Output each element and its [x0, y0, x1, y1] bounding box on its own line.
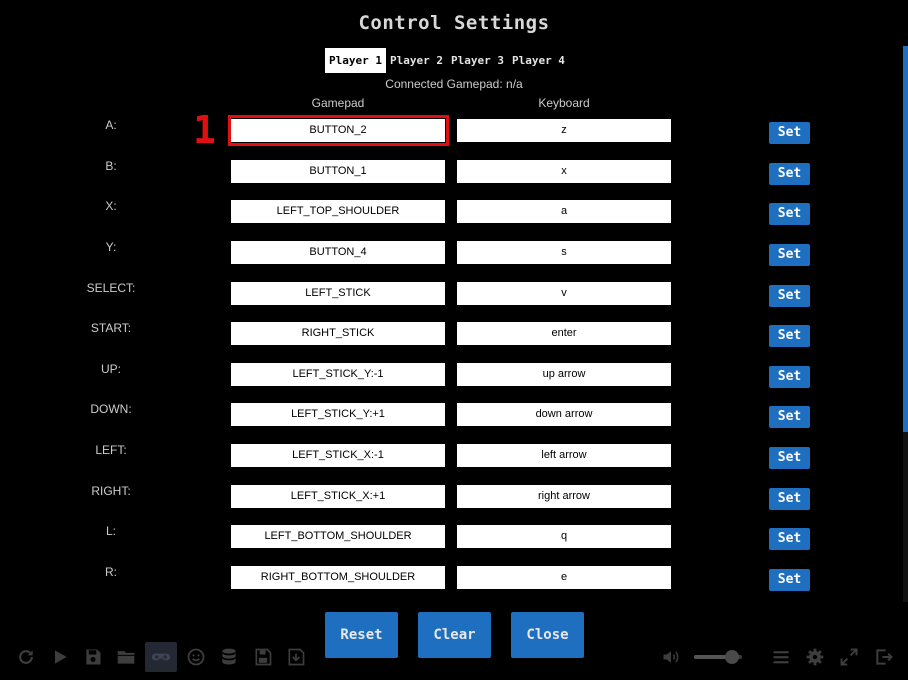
mapping-row-right: RIGHT: LEFT_STICK_X:+1 right arrow Set: [0, 484, 908, 510]
keyboard-binding-field[interactable]: left arrow: [457, 444, 671, 467]
set-button[interactable]: Set: [769, 122, 810, 144]
restart-icon[interactable]: [14, 645, 38, 669]
mapping-row-left: LEFT: LEFT_STICK_X:-1 left arrow Set: [0, 443, 908, 469]
menu-icon[interactable]: [769, 645, 793, 669]
page-title: Control Settings: [358, 12, 550, 34]
gamepad-binding-field[interactable]: LEFT_BOTTOM_SHOULDER: [231, 525, 445, 548]
mapping-row-r: R: RIGHT_BOTTOM_SHOULDER e Set: [0, 565, 908, 591]
tab-player-1[interactable]: Player 1: [325, 48, 386, 73]
button-label: RIGHT:: [91, 484, 131, 498]
mapping-row-b: B: BUTTON_1 x Set: [0, 159, 908, 185]
keyboard-binding-field[interactable]: a: [457, 200, 671, 223]
annotation-highlight-box: [228, 115, 449, 146]
gamepad-binding-field[interactable]: LEFT_STICK_Y:-1: [231, 363, 445, 386]
button-label: Y:: [105, 240, 117, 254]
tab-player-3[interactable]: Player 3: [447, 48, 508, 73]
button-label: SELECT:: [86, 281, 136, 295]
mapping-row-up: UP: LEFT_STICK_Y:-1 up arrow Set: [0, 362, 908, 388]
fullscreen-icon[interactable]: [837, 645, 861, 669]
keyboard-binding-field[interactable]: right arrow: [457, 485, 671, 508]
button-label: X:: [105, 199, 117, 213]
set-button[interactable]: Set: [769, 244, 810, 266]
mapping-row-a: A: BUTTON_2 z Set: [0, 118, 908, 144]
set-button[interactable]: Set: [769, 447, 810, 469]
keyboard-binding-field[interactable]: enter: [457, 322, 671, 345]
reset-button[interactable]: Reset: [325, 612, 398, 658]
mapping-row-select: SELECT: LEFT_STICK v Set: [0, 281, 908, 307]
gamepad-column-header: Gamepad: [311, 96, 365, 110]
gamepad-binding-field[interactable]: LEFT_TOP_SHOULDER: [231, 200, 445, 223]
close-button[interactable]: Close: [511, 612, 584, 658]
play-icon[interactable]: [48, 645, 72, 669]
settings-icon[interactable]: [803, 645, 827, 669]
exit-icon[interactable]: [872, 645, 896, 669]
mapping-row-x: X: LEFT_TOP_SHOULDER a Set: [0, 199, 908, 225]
gamepad-binding-field[interactable]: RIGHT_BOTTOM_SHOULDER: [231, 566, 445, 589]
player-tabs: Player 1 Player 2 Player 3 Player 4: [325, 48, 569, 73]
annotation-marker: 1: [193, 108, 216, 152]
set-button[interactable]: Set: [769, 325, 810, 347]
volume-slider[interactable]: [694, 650, 742, 664]
set-button[interactable]: Set: [769, 528, 810, 550]
keyboard-binding-field[interactable]: q: [457, 525, 671, 548]
button-label: DOWN:: [90, 402, 132, 416]
database-icon[interactable]: [217, 645, 241, 669]
gamepad-binding-field[interactable]: LEFT_STICK_X:+1: [231, 485, 445, 508]
keyboard-column-header: Keyboard: [538, 96, 590, 110]
button-label: START:: [90, 321, 132, 335]
mapping-row-y: Y: BUTTON_4 s Set: [0, 240, 908, 266]
smiley-icon[interactable]: [184, 645, 208, 669]
keyboard-binding-field[interactable]: v: [457, 282, 671, 305]
volume-icon[interactable]: [659, 645, 683, 669]
button-label: L:: [105, 524, 116, 538]
save-icon[interactable]: [81, 645, 105, 669]
scrollbar-track[interactable]: [903, 432, 908, 602]
gamepad-binding-field[interactable]: BUTTON_4: [231, 241, 445, 264]
keyboard-binding-field[interactable]: x: [457, 160, 671, 183]
load-state-icon[interactable]: [284, 645, 308, 669]
connected-gamepad-status: Connected Gamepad: n/a: [385, 77, 523, 91]
set-button[interactable]: Set: [769, 203, 810, 225]
keyboard-binding-field[interactable]: e: [457, 566, 671, 589]
gamepad-binding-field[interactable]: LEFT_STICK_Y:+1: [231, 403, 445, 426]
tab-player-2[interactable]: Player 2: [386, 48, 447, 73]
gamepad-icon[interactable]: [145, 642, 177, 672]
button-label: A:: [105, 118, 117, 132]
save-state-icon[interactable]: [251, 645, 275, 669]
mapping-row-down: DOWN: LEFT_STICK_Y:+1 down arrow Set: [0, 402, 908, 428]
gamepad-binding-field[interactable]: LEFT_STICK: [231, 282, 445, 305]
button-label: R:: [105, 565, 117, 579]
button-label: UP:: [100, 362, 121, 376]
gamepad-binding-field[interactable]: RIGHT_STICK: [231, 322, 445, 345]
keyboard-binding-field[interactable]: z: [457, 119, 671, 142]
scrollbar-thumb[interactable]: [903, 46, 908, 432]
keyboard-binding-field[interactable]: s: [457, 241, 671, 264]
tab-player-4[interactable]: Player 4: [508, 48, 569, 73]
gamepad-binding-field[interactable]: LEFT_STICK_X:-1: [231, 444, 445, 467]
button-label: B:: [105, 159, 117, 173]
set-button[interactable]: Set: [769, 366, 810, 388]
keyboard-binding-field[interactable]: down arrow: [457, 403, 671, 426]
set-button[interactable]: Set: [769, 569, 810, 591]
set-button[interactable]: Set: [769, 285, 810, 307]
gamepad-binding-field[interactable]: BUTTON_1: [231, 160, 445, 183]
mapping-row-start: START: RIGHT_STICK enter Set: [0, 321, 908, 347]
set-button[interactable]: Set: [769, 163, 810, 185]
button-label: LEFT:: [95, 443, 127, 457]
keyboard-binding-field[interactable]: up arrow: [457, 363, 671, 386]
mapping-row-l: L: LEFT_BOTTOM_SHOULDER q Set: [0, 524, 908, 550]
set-button[interactable]: Set: [769, 406, 810, 428]
set-button[interactable]: Set: [769, 488, 810, 510]
folder-icon[interactable]: [114, 645, 138, 669]
volume-slider-handle[interactable]: [725, 650, 740, 664]
clear-button[interactable]: Clear: [418, 612, 491, 658]
